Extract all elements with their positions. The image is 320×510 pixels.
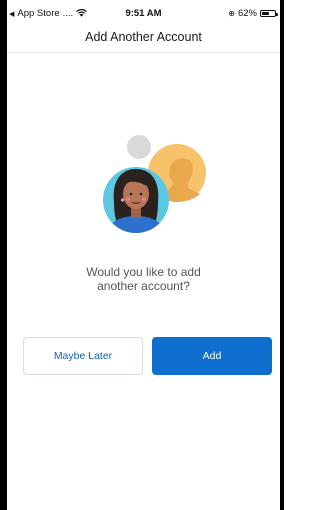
gray-circle (127, 135, 151, 159)
status-right: ⊕ 62% (228, 8, 278, 19)
add-account-prompt: Would you like to add another account? (47, 265, 240, 293)
nav-bar: Add Another Account (7, 22, 280, 53)
battery-percent: 62% (237, 8, 257, 19)
page-title: Add Another Account (85, 30, 202, 44)
prompt-line-1: Would you like to add (86, 265, 201, 279)
add-button[interactable]: Add (152, 337, 272, 375)
accounts-illustration (92, 132, 212, 242)
app-screen: ◀ App Store .... 9:51 AM ⊕ 62% Add Anoth… (0, 0, 284, 510)
prompt-line-2: another account? (97, 279, 190, 293)
orientation-lock-icon: ⊕ (228, 9, 235, 18)
maybe-later-button[interactable]: Maybe Later (23, 337, 143, 375)
battery-icon (260, 10, 278, 17)
accounts-illustration-svg (103, 135, 206, 233)
status-bar: ◀ App Store .... 9:51 AM ⊕ 62% (7, 0, 280, 22)
battery-fill (262, 12, 269, 15)
person-avatar (103, 167, 169, 233)
